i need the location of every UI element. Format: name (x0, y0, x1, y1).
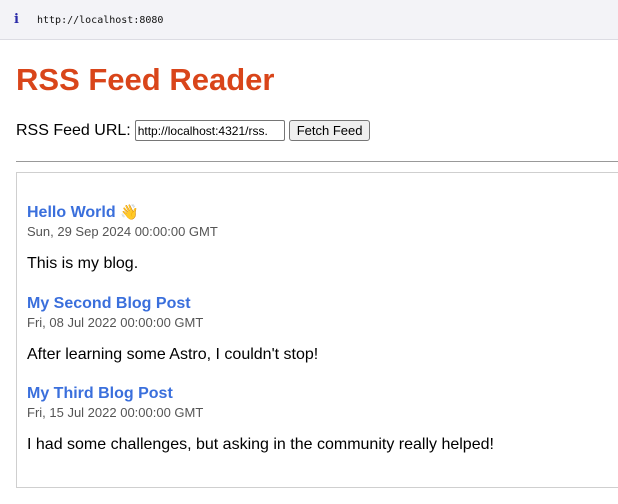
page-title: RSS Feed Reader (16, 62, 275, 97)
feed-item-title-link[interactable]: Hello World 👋 (27, 203, 218, 222)
feed-item-description: This is my blog. (27, 255, 139, 272)
info-icon[interactable]: i (14, 12, 19, 27)
feed-item-date: Fri, 15 Jul 2022 00:00:00 GMT (27, 405, 204, 420)
feed-item-title-link[interactable]: My Third Blog Post (27, 385, 494, 403)
fetch-feed-button[interactable]: Fetch Feed (288, 120, 371, 141)
feed-item-description: I had some challenges, but asking in the… (27, 436, 494, 453)
feed-item: Hello World 👋 Sun, 29 Sep 2024 00:00:00 … (27, 203, 218, 273)
feed-url-label: RSS Feed URL: (16, 121, 131, 139)
url-text[interactable]: http://localhost:8080 (37, 15, 163, 26)
feed-container: Hello World 👋 Sun, 29 Sep 2024 00:00:00 … (16, 172, 618, 488)
feed-url-form: RSS Feed URL: Fetch Feed (16, 120, 371, 141)
page-content: RSS Feed Reader RSS Feed URL: Fetch Feed… (0, 40, 618, 504)
divider (16, 161, 618, 162)
feed-item-description: After learning some Astro, I couldn't st… (27, 346, 319, 363)
feed-item: My Third Blog Post Fri, 15 Jul 2022 00:0… (27, 385, 494, 454)
feed-item-title-link[interactable]: My Second Blog Post (27, 295, 318, 313)
feed-item-date: Fri, 08 Jul 2022 00:00:00 GMT (27, 315, 204, 330)
feed-item: My Second Blog Post Fri, 08 Jul 2022 00:… (27, 295, 318, 364)
feed-url-input[interactable] (134, 120, 285, 141)
waving-hand-icon: 👋 (120, 204, 139, 221)
feed-item-date: Sun, 29 Sep 2024 00:00:00 GMT (27, 224, 218, 239)
browser-url-bar[interactable]: i http://localhost:8080 (0, 0, 618, 40)
